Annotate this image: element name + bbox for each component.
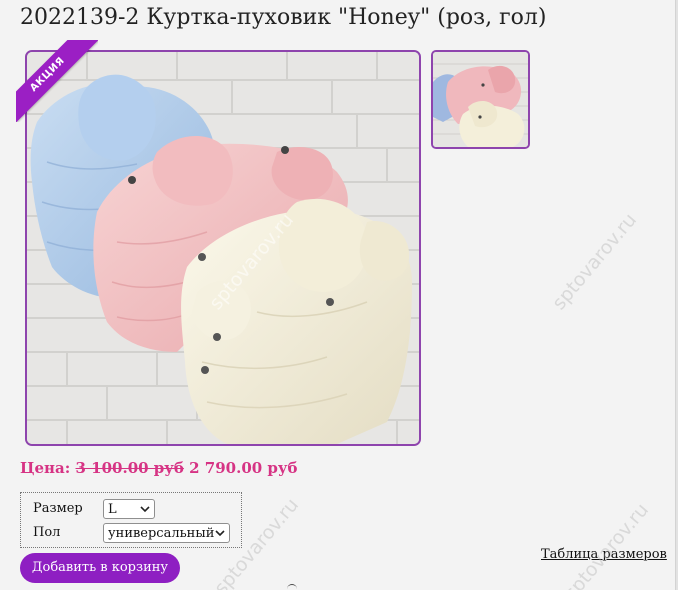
promo-badge: АКЦИЯ [16,40,98,122]
thumbnail-photo [433,52,528,147]
size-option-row: Размер L [21,497,241,521]
cut-off-element [287,584,297,590]
gender-label: Пол [33,525,61,540]
gender-select[interactable]: универсальный [103,523,230,543]
size-select[interactable]: L [103,499,155,519]
chevron-down-icon [215,530,225,537]
old-price: 3 100.00 руб [75,459,184,477]
new-price: 2 790.00 руб [189,459,298,477]
add-to-cart-button[interactable]: Добавить в корзину [20,553,180,583]
watermark: sptovarov.ru [548,209,642,315]
size-label: Размер [33,501,83,516]
chevron-down-icon [140,506,150,513]
promo-ribbon: АКЦИЯ [16,40,98,122]
watermark: sptovarov.ru [560,499,654,590]
gender-option-row: Пол универсальный [21,521,241,545]
thumbnail-image[interactable] [431,50,530,149]
gender-select-value: универсальный [108,526,215,541]
product-options: Размер L Пол универсальный [20,492,242,548]
price-line: Цена: 3 100.00 руб 2 790.00 руб [20,459,298,477]
size-select-value: L [108,502,117,517]
size-table-link[interactable]: Таблица размеров [541,547,667,562]
product-page: 2022139-2 Куртка-пуховик "Honey" (роз, г… [0,0,678,590]
product-title: 2022139-2 Куртка-пуховик "Honey" (роз, г… [20,5,547,30]
price-label: Цена: [20,459,71,477]
